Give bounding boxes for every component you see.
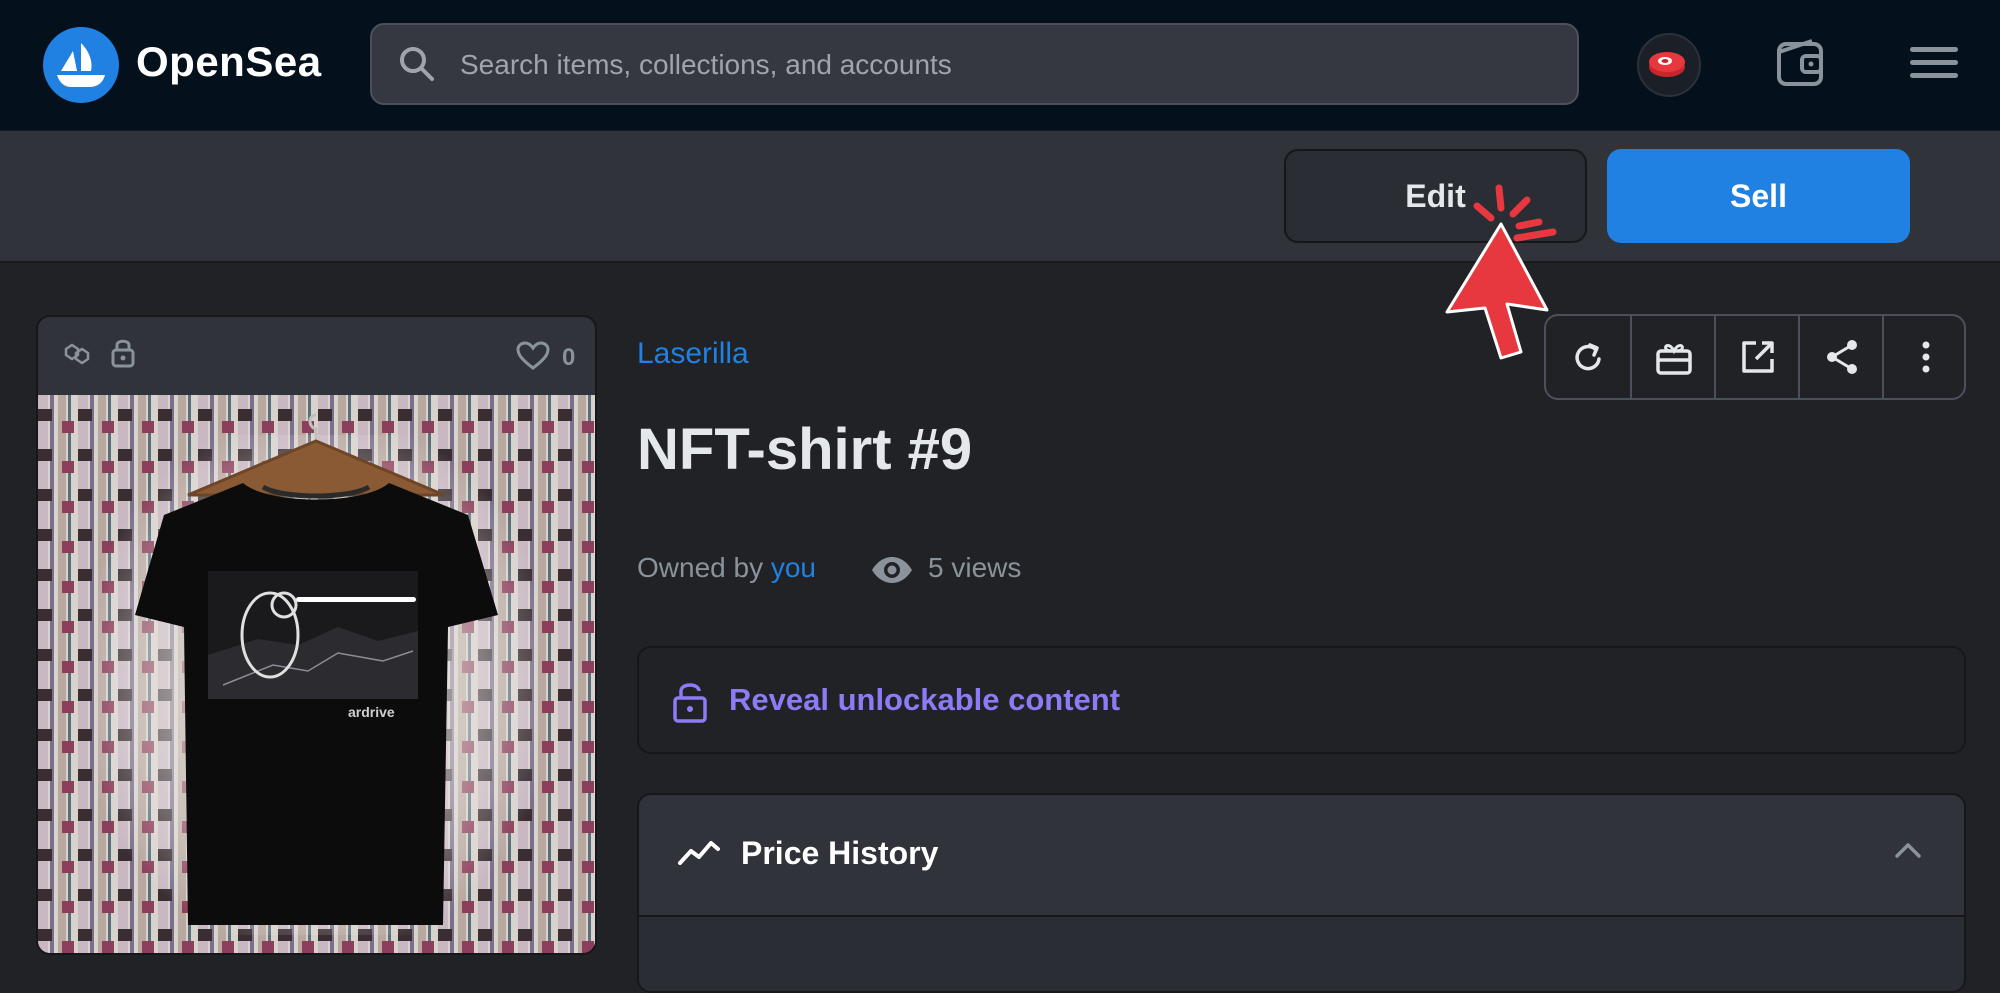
eye-icon xyxy=(872,557,912,583)
owner-line: Owned by you xyxy=(637,552,816,584)
trend-line-icon xyxy=(678,841,720,865)
price-history-body xyxy=(639,917,1964,991)
reveal-unlockable-button[interactable]: Reveal unlockable content xyxy=(637,646,1966,754)
transfer-gift-icon xyxy=(1656,344,1692,375)
chevron-up-icon[interactable] xyxy=(1893,840,1923,860)
search-icon xyxy=(400,47,434,81)
transfer-button[interactable] xyxy=(1630,316,1714,398)
lock-icon xyxy=(111,339,135,368)
svg-text:ardrive: ardrive xyxy=(348,704,395,720)
top-header: OpenSea xyxy=(0,0,2000,131)
like-count: 0 xyxy=(562,344,576,371)
price-history-title: Price History xyxy=(741,835,939,871)
opensea-logo-icon[interactable] xyxy=(43,27,119,103)
sell-button[interactable]: Sell xyxy=(1607,149,1910,243)
refresh-icon xyxy=(1575,343,1601,371)
share-icon xyxy=(1827,340,1857,374)
hamburger-menu-icon[interactable] xyxy=(1910,45,1958,81)
view-external-button[interactable] xyxy=(1714,316,1798,398)
external-link-icon xyxy=(1742,341,1774,373)
heart-icon[interactable] xyxy=(516,341,550,371)
owned-by-label: Owned by xyxy=(637,552,771,583)
nft-media-card: 0 ardrive xyxy=(36,315,597,955)
brand-name[interactable]: OpenSea xyxy=(136,38,322,86)
search-input[interactable] xyxy=(458,25,1562,105)
owner-action-bar: Edit Sell xyxy=(0,131,2000,263)
more-options-icon xyxy=(1922,341,1930,373)
avatar[interactable] xyxy=(1637,33,1701,97)
reveal-unlockable-label: Reveal unlockable content xyxy=(729,682,1121,717)
price-history-header[interactable]: Price History xyxy=(639,795,1964,917)
card-toolbar: 0 xyxy=(38,317,595,395)
share-button[interactable] xyxy=(1798,316,1882,398)
unlock-icon xyxy=(673,683,707,723)
avatar-icon xyxy=(1649,52,1685,77)
owner-link[interactable]: you xyxy=(771,552,816,583)
polygon-chain-icon xyxy=(64,343,90,365)
item-actions-toolbar xyxy=(1544,314,1966,400)
wallet-icon[interactable] xyxy=(1776,38,1826,90)
item-title: NFT-shirt #9 xyxy=(637,417,973,482)
search-bar[interactable] xyxy=(370,23,1579,105)
click-cursor-icon xyxy=(1445,184,1557,360)
nft-artwork-image[interactable]: ardrive xyxy=(38,395,595,955)
price-history-panel: Price History xyxy=(637,793,1966,993)
collection-link[interactable]: Laserilla xyxy=(637,337,749,371)
more-options-button[interactable] xyxy=(1882,316,1966,398)
view-count: 5 views xyxy=(928,552,1022,583)
